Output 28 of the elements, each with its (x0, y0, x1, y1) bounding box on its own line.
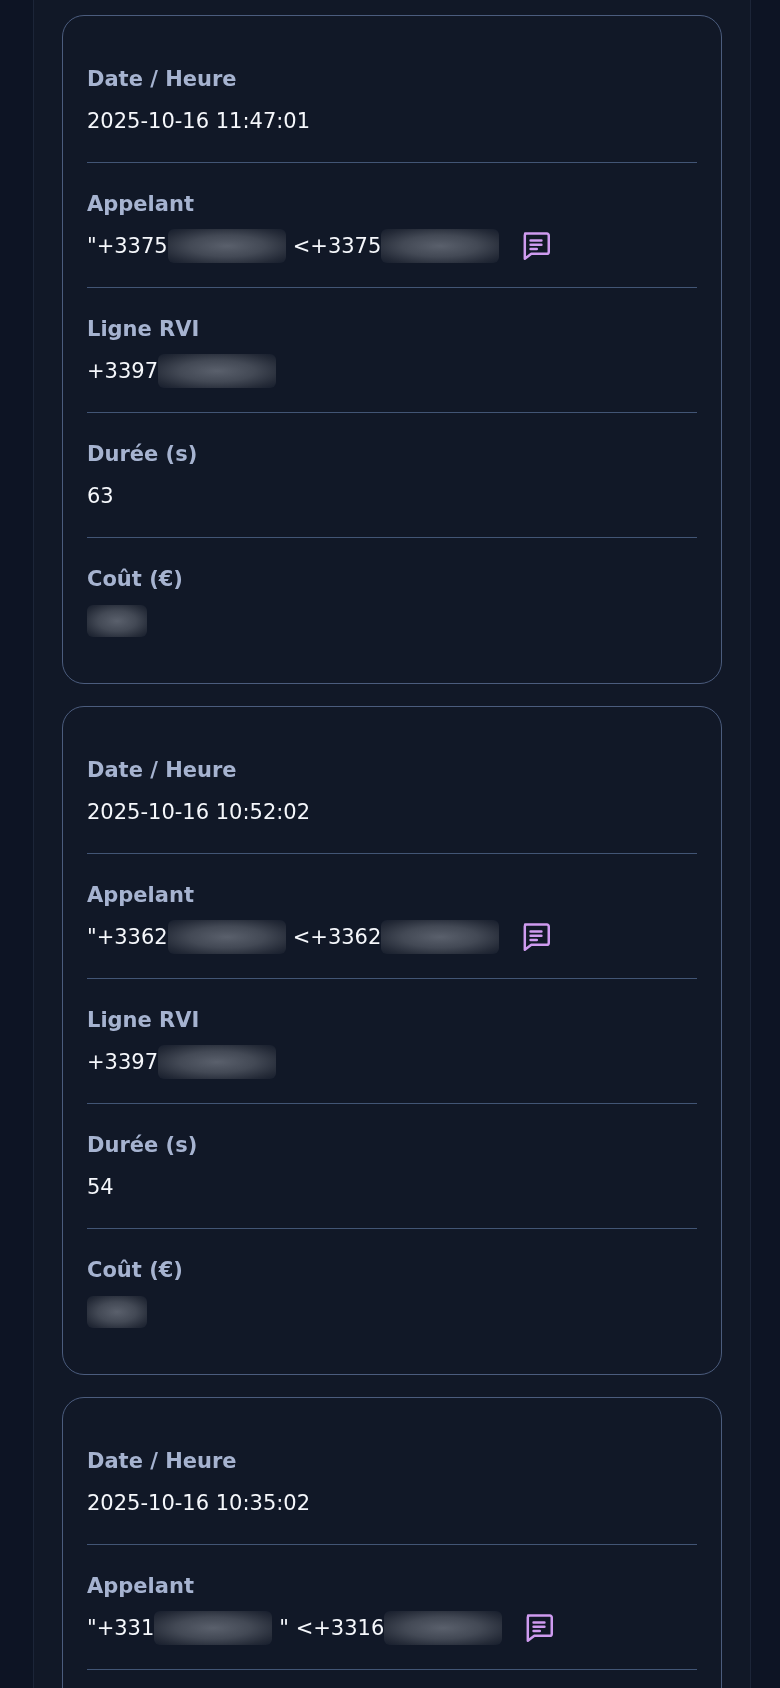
message-icon[interactable] (522, 232, 551, 260)
phone-number-text: "+331 (87, 1615, 155, 1642)
field-label: Ligne RVI (87, 316, 200, 343)
field-label: Appelant (87, 882, 194, 909)
message-icon[interactable] (522, 923, 551, 951)
phone-number-text: "+3362 (87, 924, 168, 951)
field-label: Coût (€) (87, 1257, 183, 1284)
field-label: Date / Heure (87, 66, 237, 93)
phone-number-text: <+3375 (292, 233, 382, 260)
message-icon[interactable] (525, 1614, 554, 1642)
field-label: Date / Heure (87, 757, 237, 784)
field-label: Durée (s) (87, 441, 198, 468)
field-label: Appelant (87, 191, 194, 218)
phone-number-text: +3397 (87, 1049, 159, 1076)
field-value: 2025-10-16 11:47:01 (87, 108, 311, 135)
field-label: Coût (€) (87, 566, 183, 593)
field-value: 2025-10-16 10:52:02 (87, 799, 311, 826)
phone-number-text: <+3362 (292, 924, 382, 951)
field-value: 63 (87, 483, 114, 510)
phone-number-text: " <+3316 (279, 1615, 385, 1642)
field-value: 2025-10-16 10:35:02 (87, 1490, 311, 1517)
phone-number-text: +3397 (87, 358, 159, 385)
field-label: Ligne RVI (87, 1007, 200, 1034)
field-label: Date / Heure (87, 1448, 237, 1475)
phone-number-text: "+3375 (87, 233, 168, 260)
field-value: 54 (87, 1174, 114, 1201)
field-label: Durée (s) (87, 1132, 198, 1159)
field-label: Appelant (87, 1573, 194, 1600)
